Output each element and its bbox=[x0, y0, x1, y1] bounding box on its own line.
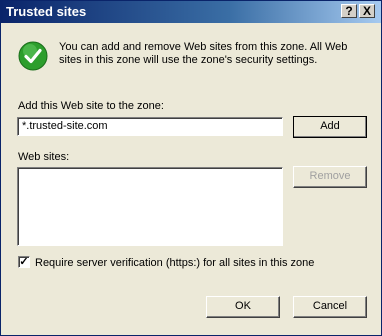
cancel-button[interactable]: Cancel bbox=[293, 296, 367, 318]
web-sites-list[interactable] bbox=[17, 167, 283, 246]
require-verification-label[interactable]: Require server verification (https:) for… bbox=[35, 257, 314, 269]
remove-button[interactable]: Remove bbox=[293, 166, 367, 188]
green-checkmark-icon bbox=[18, 41, 48, 71]
window-title: Trusted sites bbox=[6, 4, 87, 19]
add-button[interactable]: Add bbox=[293, 116, 367, 138]
ok-button[interactable]: OK bbox=[206, 296, 280, 318]
title-bar[interactable]: Trusted sites ? X bbox=[1, 1, 381, 23]
web-sites-label: Web sites: bbox=[18, 151, 70, 163]
help-button[interactable]: ? bbox=[341, 4, 357, 18]
zone-info-text: You can add and remove Web sites from th… bbox=[59, 41, 348, 66]
site-url-input[interactable]: *.trusted-site.com bbox=[17, 117, 283, 136]
trusted-sites-dialog: Trusted sites ? X You can add and remove… bbox=[0, 0, 382, 336]
close-button[interactable]: X bbox=[359, 4, 375, 18]
require-verification-checkbox[interactable]: ✓ bbox=[18, 256, 30, 268]
add-site-label: Add this Web site to the zone: bbox=[18, 100, 164, 112]
